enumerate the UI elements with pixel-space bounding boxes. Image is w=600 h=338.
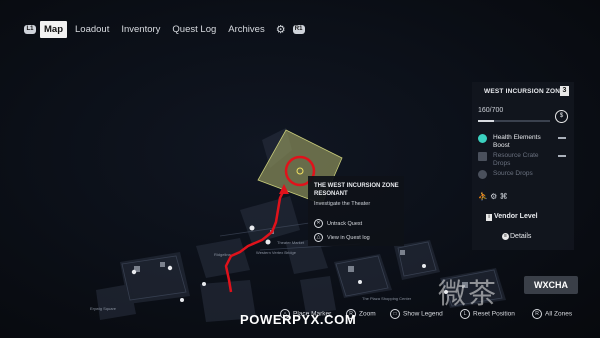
square-button-icon: □ (390, 309, 400, 319)
quest-title: THE WEST INCURSION ZONE RESONANT (314, 183, 399, 197)
source-icon (478, 170, 487, 179)
zone-title: WEST INCURSION ZONE (484, 88, 565, 95)
quest-subtitle: Investigate the Theater (314, 201, 371, 207)
zone-progress-fill (478, 120, 495, 122)
quest-popup: THE WEST INCURSION ZONE RESONANT Investi… (308, 176, 404, 246)
zone-level-badge: 3 (560, 86, 569, 96)
show-legend-label: Show Legend (403, 310, 443, 318)
tab-loadout[interactable]: Loadout (71, 21, 113, 38)
vendor-key-icon: i (486, 214, 492, 221)
zone-progress-bar (478, 120, 550, 122)
zone-progress-text: 160/700 (478, 107, 504, 114)
top-navigation: L1 Map Loadout Inventory Quest Log Archi… (24, 20, 305, 38)
all-zones-hint[interactable]: R All Zones (532, 309, 572, 319)
zone-bonus-label: Resource Crate Drops (493, 152, 539, 167)
options-button-icon: ≡ (502, 233, 509, 240)
right-shoulder-icon[interactable]: R1 (292, 24, 305, 34)
tab-quest-log[interactable]: Quest Log (168, 21, 220, 38)
left-shoulder-icon[interactable]: L1 (24, 24, 36, 34)
zone-reward-icon: $ (555, 110, 568, 123)
triangle-button-icon: △ (314, 233, 323, 242)
zone-status-icons: ⛹ ⚙ ⌘ (478, 192, 508, 201)
map-label: The Plaza Shopping Center (362, 296, 412, 301)
crate-icon (478, 152, 487, 161)
tab-map[interactable]: Map (40, 20, 67, 38)
map-label: Western Vertex Bridge (256, 250, 296, 255)
zoom-label: Zoom (359, 310, 376, 318)
tab-archives[interactable]: Archives (224, 21, 268, 38)
watermark-text: POWERPYX.COM (240, 312, 357, 327)
map-label: Erywig Square (90, 306, 117, 311)
untrack-quest-button[interactable]: ✕ Untrack Quest (314, 219, 362, 228)
stick-button-icon: R (532, 309, 542, 319)
gear-icon[interactable]: ⚙ (276, 23, 286, 36)
game-map-screen: Theater Market Western Vertex Bridge Rid… (0, 0, 600, 338)
zone-bonus-label: Health Elements Boost (493, 134, 541, 149)
all-zones-label: All Zones (545, 310, 573, 318)
map-label: Ridgeline (214, 252, 231, 257)
dash-icon (558, 155, 566, 157)
vendor-level-label: Vendor Level (494, 213, 538, 220)
tab-inventory[interactable]: Inventory (117, 21, 164, 38)
cross-button-icon: ✕ (314, 219, 323, 228)
view-quest-log-label: View in Quest log (327, 234, 370, 241)
corner-watermark-text: 微茶 (438, 277, 499, 310)
show-legend-hint[interactable]: □ Show Legend (390, 309, 443, 319)
details-button[interactable]: Details (510, 233, 531, 240)
untrack-quest-label: Untrack Quest (327, 220, 363, 227)
corner-logo: WXCHA (524, 276, 578, 294)
plus-icon (478, 134, 487, 143)
zone-info-panel: WEST INCURSION ZONE 3 160/700 $ Health E… (472, 82, 574, 250)
map-label: Theater Market (277, 240, 305, 245)
view-quest-log-button[interactable]: △ View in Quest log (314, 233, 370, 242)
zone-bonus-label: Source Drops (493, 170, 533, 177)
dash-icon (558, 137, 566, 139)
